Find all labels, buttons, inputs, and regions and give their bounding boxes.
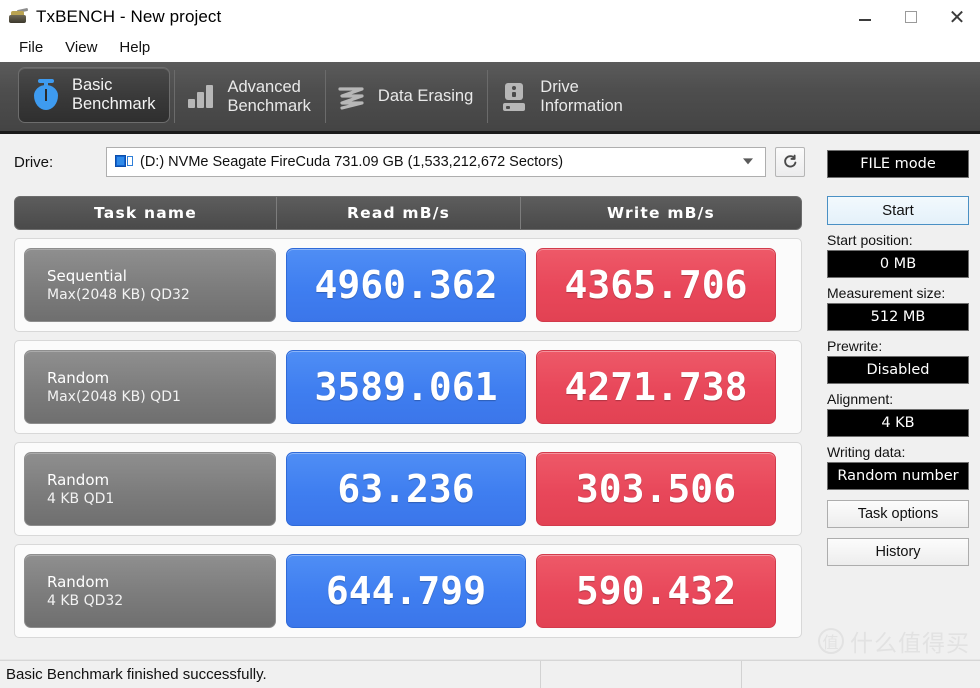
tab-basic-benchmark-label: Basic Benchmark <box>72 76 155 114</box>
read-value: 644.799 <box>286 554 526 628</box>
drive-icon <box>115 155 133 169</box>
watermark-text: 什么值得买 <box>850 624 970 658</box>
drive-info-icon <box>497 78 531 116</box>
task-name-line2: Max(2048 KB) QD32 <box>47 286 275 304</box>
tab-advanced-benchmark[interactable]: Advanced Benchmark <box>174 62 324 131</box>
start-position-value[interactable]: 0 MB <box>827 250 969 278</box>
menu-item-file[interactable]: File <box>8 37 54 58</box>
alignment-label: Alignment: <box>827 391 969 407</box>
tab-basic-benchmark[interactable]: Basic Benchmark <box>18 67 170 123</box>
bar-chart-icon <box>184 78 218 116</box>
task-name-line2: Max(2048 KB) QD1 <box>47 388 275 406</box>
task-name-cell: Random 4 KB QD32 <box>24 554 276 628</box>
menu-item-help[interactable]: Help <box>108 37 161 58</box>
status-separator <box>741 661 742 688</box>
write-value: 303.506 <box>536 452 776 526</box>
prewrite-value[interactable]: Disabled <box>827 356 969 384</box>
tab-data-erasing-label: Data Erasing <box>378 87 473 106</box>
close-icon: ✕ <box>949 7 966 27</box>
status-separator <box>540 661 541 688</box>
measurement-size-label: Measurement size: <box>827 285 969 301</box>
table-row[interactable]: Random 4 KB QD1 63.236 303.506 <box>14 442 802 536</box>
drive-select[interactable]: (D:) NVMe Seagate FireCuda 731.09 GB (1,… <box>106 147 766 177</box>
tab-drive-information[interactable]: Drive Information <box>487 62 637 131</box>
task-name-line1: Sequential <box>47 267 275 286</box>
alignment-value[interactable]: 4 KB <box>827 409 969 437</box>
chevron-down-icon <box>743 158 753 164</box>
read-value: 63.236 <box>286 452 526 526</box>
table-row[interactable]: Random Max(2048 KB) QD1 3589.061 4271.73… <box>14 340 802 434</box>
column-header-write: Write mB/s <box>521 197 801 229</box>
task-name-line2: 4 KB QD1 <box>47 490 275 508</box>
read-value: 3589.061 <box>286 350 526 424</box>
write-value: 590.432 <box>536 554 776 628</box>
column-header-task-name: Task name <box>15 197 277 229</box>
menu-bar: File View Help <box>0 33 980 62</box>
drive-selected-value: (D:) NVMe Seagate FireCuda 731.09 GB (1,… <box>140 154 563 170</box>
start-position-label: Start position: <box>827 232 969 248</box>
read-value: 4960.362 <box>286 248 526 322</box>
file-mode-button[interactable]: FILE mode <box>827 150 969 178</box>
maximize-button[interactable] <box>888 0 934 33</box>
history-button[interactable]: History <box>827 538 969 566</box>
status-message: Basic Benchmark finished successfully. <box>0 666 540 683</box>
start-button[interactable]: Start <box>827 196 969 225</box>
menu-item-view[interactable]: View <box>54 37 108 58</box>
close-button[interactable]: ✕ <box>934 0 980 33</box>
minimize-button[interactable] <box>842 0 888 33</box>
write-value: 4271.738 <box>536 350 776 424</box>
task-name-line1: Random <box>47 471 275 490</box>
stopwatch-icon <box>29 76 63 114</box>
drive-label: Drive: <box>14 154 106 171</box>
writing-data-label: Writing data: <box>827 444 969 460</box>
results-header-row: Task name Read mB/s Write mB/s <box>14 196 802 230</box>
status-bar: Basic Benchmark finished successfully. <box>0 660 980 688</box>
measurement-size-value[interactable]: 512 MB <box>827 303 969 331</box>
benchmark-results-panel: Task name Read mB/s Write mB/s Sequentia… <box>14 196 802 654</box>
side-control-panel: FILE mode Start Start position: 0 MB Mea… <box>816 150 980 566</box>
task-name-line1: Random <box>47 573 275 592</box>
zigzag-erase-icon <box>335 78 369 116</box>
table-row[interactable]: Sequential Max(2048 KB) QD32 4960.362 43… <box>14 238 802 332</box>
tab-drive-information-label: Drive Information <box>540 78 623 116</box>
tab-advanced-benchmark-label: Advanced Benchmark <box>227 78 310 116</box>
tab-data-erasing[interactable]: Data Erasing <box>325 62 487 131</box>
site-watermark: 值 什么值得买 <box>818 624 970 658</box>
prewrite-label: Prewrite: <box>827 338 969 354</box>
title-bar: TxBENCH - New project ✕ <box>0 0 980 33</box>
column-header-read: Read mB/s <box>277 197 521 229</box>
window-title: TxBENCH - New project <box>36 7 221 27</box>
task-name-cell: Random Max(2048 KB) QD1 <box>24 350 276 424</box>
task-name-line2: 4 KB QD32 <box>47 592 275 610</box>
writing-data-value[interactable]: Random number <box>827 462 969 490</box>
task-options-button[interactable]: Task options <box>827 500 969 528</box>
task-name-cell: Sequential Max(2048 KB) QD32 <box>24 248 276 322</box>
refresh-drives-button[interactable] <box>775 147 805 177</box>
tab-strip: Basic Benchmark Advanced Benchmark Data … <box>0 62 980 134</box>
write-value: 4365.706 <box>536 248 776 322</box>
txbench-window: TxBENCH - New project ✕ File View Help B… <box>0 0 980 688</box>
txbench-app-icon <box>8 8 28 26</box>
task-name-line1: Random <box>47 369 275 388</box>
window-controls: ✕ <box>842 0 980 33</box>
refresh-icon <box>781 153 799 171</box>
task-name-cell: Random 4 KB QD1 <box>24 452 276 526</box>
table-row[interactable]: Random 4 KB QD32 644.799 590.432 <box>14 544 802 638</box>
watermark-badge: 值 <box>818 628 844 654</box>
